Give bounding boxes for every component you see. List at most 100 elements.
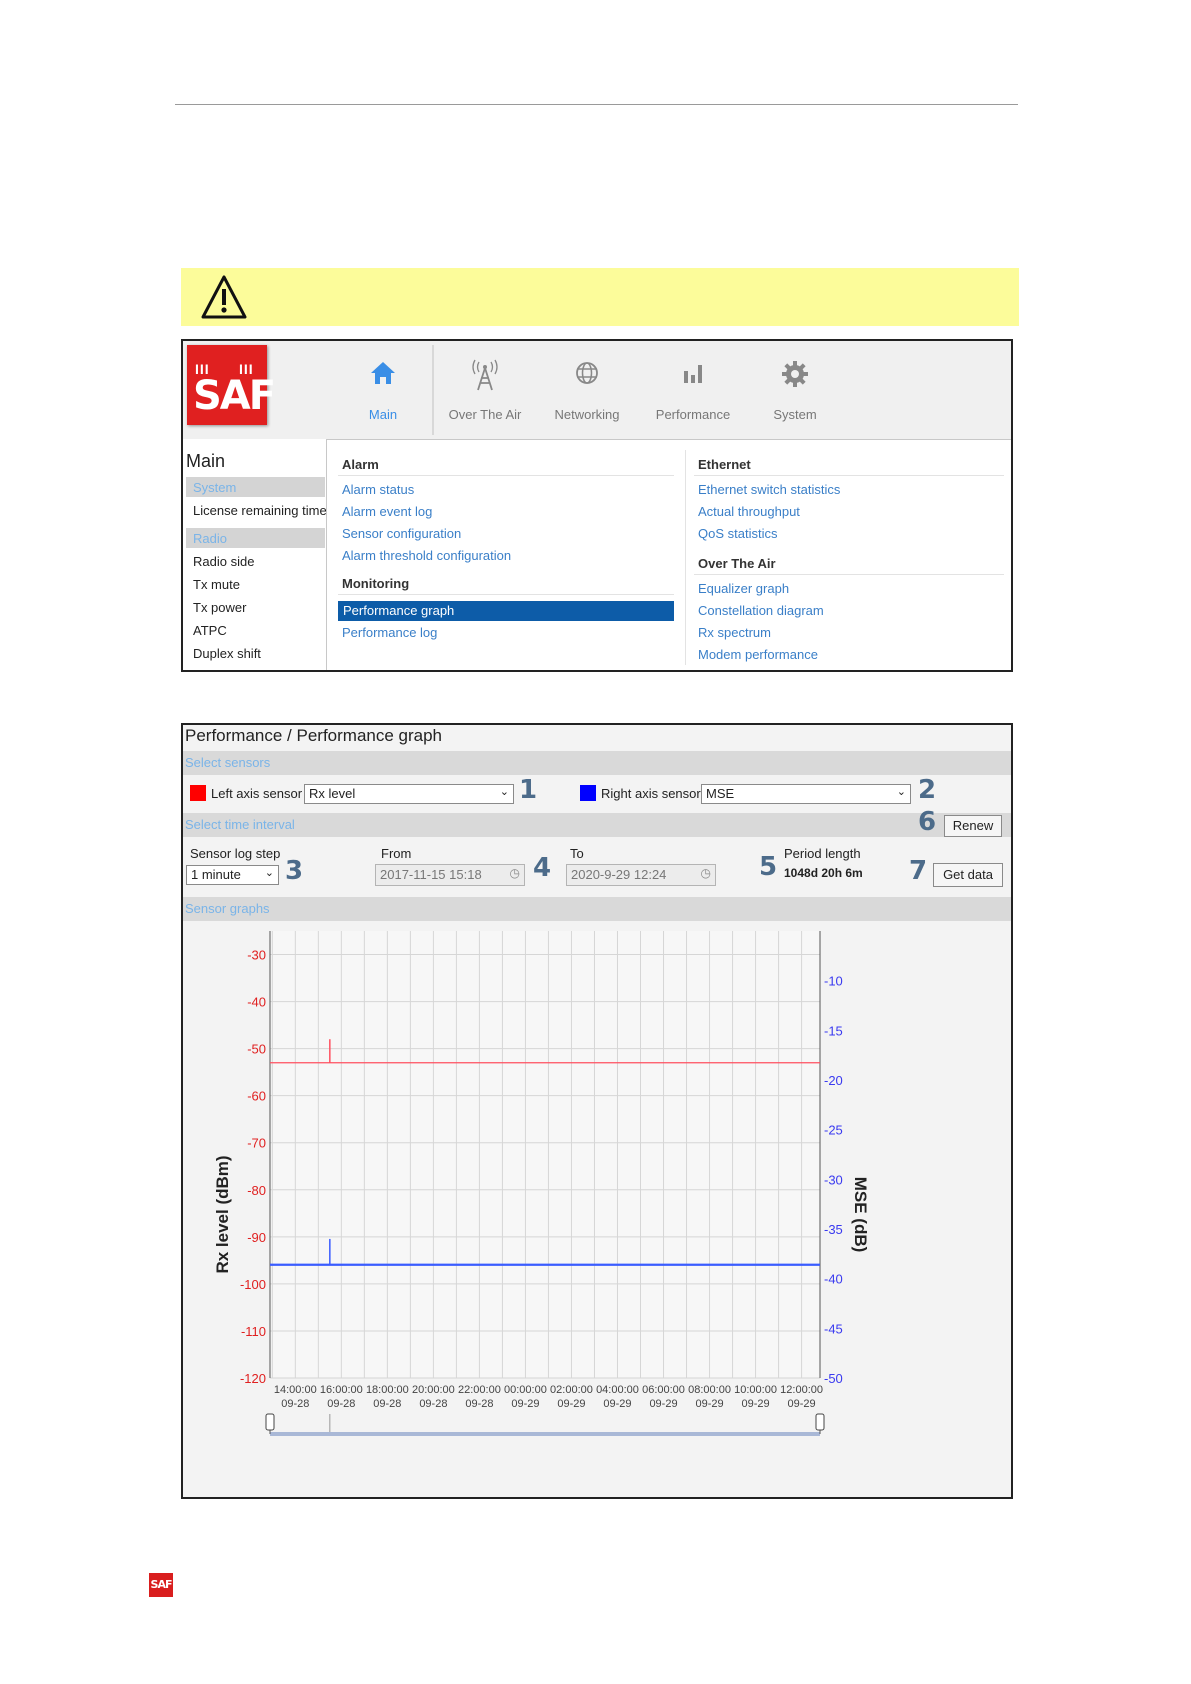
y-tick-label: -100 (240, 1277, 266, 1292)
select-time-interval-label: Select time interval (185, 817, 295, 832)
sidebar-item-atpc[interactable]: ATPC (193, 623, 227, 638)
menu-item-rx-spectrum[interactable]: Rx spectrum (698, 625, 771, 640)
sensor-graphs-bar: Sensor graphs (183, 897, 1011, 921)
nav-over-the-air[interactable]: Over The Air (439, 341, 531, 437)
range-handle-left[interactable] (265, 1413, 275, 1431)
to-date-value: 2020-9-29 12:24 (571, 867, 667, 882)
range-navigator-track (270, 1432, 820, 1436)
left-sensor-value: Rx level (309, 786, 356, 801)
menu-item-equalizer-graph[interactable]: Equalizer graph (698, 581, 789, 596)
sidebar-item-license[interactable]: License remaining time (193, 503, 327, 518)
x-tick-label: 18:00:00 (366, 1384, 409, 1396)
y-tick-label: -30 (247, 948, 266, 963)
nav-performance[interactable]: Performance (639, 341, 747, 437)
y2-tick-label: -30 (824, 1172, 843, 1187)
menu-item-modem-performance[interactable]: Modem performance (698, 647, 818, 662)
performance-graph-screenshot: Performance / Performance graph Select s… (181, 723, 1013, 1499)
from-date-input[interactable]: 2017-11-15 15:18 ◷ (375, 864, 525, 886)
sensor-graph: -30 -40 -50 -60 -70 -80 -90 -100 -110 -120 -10 -15 -… (183, 921, 1011, 1497)
nav-performance-label: Performance (655, 407, 731, 422)
y2-tick-label: -20 (824, 1073, 843, 1088)
menu-item-qos-statistics[interactable]: QoS statistics (698, 526, 777, 541)
x-tick-date: 09-28 (373, 1398, 401, 1410)
menu-item-alarm-threshold-configuration[interactable]: Alarm threshold configuration (342, 548, 511, 563)
x-tick-date: 09-28 (327, 1398, 355, 1410)
sidebar-section-system[interactable]: System (186, 477, 325, 497)
x-tick-label: 16:00:00 (320, 1384, 363, 1396)
callout-3: 3 (285, 856, 304, 886)
menu-screenshot: IIIIII SAF Main Over The Air Networking (181, 339, 1013, 672)
select-time-interval-bar: Select time interval (183, 813, 1011, 837)
sidebar-section-radio[interactable]: Radio (186, 528, 325, 548)
sensor-log-step-value: 1 minute (191, 867, 241, 882)
y2-tick-label: -10 (824, 974, 843, 989)
plot-background (270, 931, 820, 1378)
menu-item-alarm-status[interactable]: Alarm status (342, 482, 414, 497)
sidebar-item-duplex-shift[interactable]: Duplex shift (193, 646, 261, 661)
chevron-down-icon: ⌄ (499, 786, 509, 798)
warning-banner (181, 268, 1019, 326)
sidebar-item-tx-power[interactable]: Tx power (193, 600, 246, 615)
period-length-value: 1048d 20h 6m (784, 866, 863, 880)
menu-item-performance-graph[interactable]: Performance graph (338, 601, 674, 621)
callout-6: 6 (918, 807, 937, 837)
left-sensor-label: Left axis sensor (211, 786, 303, 801)
sensor-log-step-select[interactable]: 1 minute ⌄ (186, 865, 279, 885)
calendar-icon[interactable]: ◷ (510, 866, 520, 880)
sensor-log-step-label: Sensor log step (190, 846, 281, 861)
callout-4: 4 (533, 853, 552, 883)
x-tick-label: 22:00:00 (458, 1384, 501, 1396)
saf-logo[interactable]: III III SAF (187, 345, 276, 425)
select-sensors-bar: Select sensors (183, 751, 1011, 775)
antenna-icon (439, 359, 531, 391)
renew-button[interactable]: Renew (944, 815, 1002, 837)
y-tick-label: -90 (247, 1230, 266, 1245)
nav-main[interactable]: Main (343, 341, 423, 437)
calendar-icon[interactable]: ◷ (701, 866, 711, 880)
nav-system[interactable]: System (749, 341, 841, 437)
x-tick-label: 06:00:00 (642, 1384, 685, 1396)
get-data-button[interactable]: Get data (933, 863, 1003, 887)
y2-tick-label: -45 (824, 1321, 843, 1336)
menu-item-performance-log[interactable]: Performance log (342, 625, 437, 640)
menu-item-constellation-diagram[interactable]: Constellation diagram (698, 603, 824, 618)
menu-heading-monitoring: Monitoring (342, 576, 410, 591)
sensor-graphs-label: Sensor graphs (185, 901, 270, 916)
left-sensor-select[interactable]: Rx level ⌄ (304, 784, 514, 804)
menu-heading-alarm: Alarm (342, 457, 379, 472)
callout-1: 1 (519, 775, 538, 805)
nav-networking-label: Networking (554, 407, 620, 422)
home-icon (343, 359, 423, 389)
y-tick-label: -110 (241, 1324, 266, 1339)
period-length-label: Period length (784, 846, 861, 861)
y-axis-label: Rx level (dBm) (213, 1155, 232, 1273)
nav-over-the-air-label: Over The Air (448, 407, 522, 422)
warning-icon (201, 275, 247, 319)
callout-5: 5 (759, 852, 778, 882)
x-tick-label: 02:00:00 (550, 1384, 593, 1396)
from-date-value: 2017-11-15 15:18 (380, 867, 482, 882)
nav-main-label: Main (368, 407, 398, 422)
to-date-input[interactable]: 2020-9-29 12:24 ◷ (566, 864, 716, 886)
to-label: To (570, 846, 584, 861)
menu-item-actual-throughput[interactable]: Actual throughput (698, 504, 800, 519)
menu-divider (694, 475, 1004, 476)
right-sensor-select[interactable]: MSE ⌄ (701, 784, 911, 804)
range-handle-right[interactable] (815, 1413, 825, 1431)
menu-item-sensor-configuration[interactable]: Sensor configuration (342, 526, 461, 541)
x-tick-date: 09-29 (788, 1398, 816, 1410)
chevron-down-icon: ⌄ (264, 867, 274, 879)
y-tick-label: -40 (247, 995, 266, 1010)
menu-item-ethernet-switch-statistics[interactable]: Ethernet switch statistics (698, 482, 840, 497)
menu-item-alarm-event-log[interactable]: Alarm event log (342, 504, 432, 519)
page-top-rule (175, 104, 1018, 105)
x-tick-label: 14:00:00 (274, 1384, 317, 1396)
y2-tick-label: -35 (824, 1222, 843, 1237)
menu-divider (338, 475, 674, 476)
page-title: Performance / Performance graph (185, 726, 443, 745)
chevron-down-icon: ⌄ (896, 786, 906, 798)
sidebar-item-radio-side[interactable]: Radio side (193, 554, 254, 569)
y-tick-label: -70 (247, 1136, 266, 1151)
sidebar-item-tx-mute[interactable]: Tx mute (193, 577, 240, 592)
nav-networking[interactable]: Networking (541, 341, 633, 437)
